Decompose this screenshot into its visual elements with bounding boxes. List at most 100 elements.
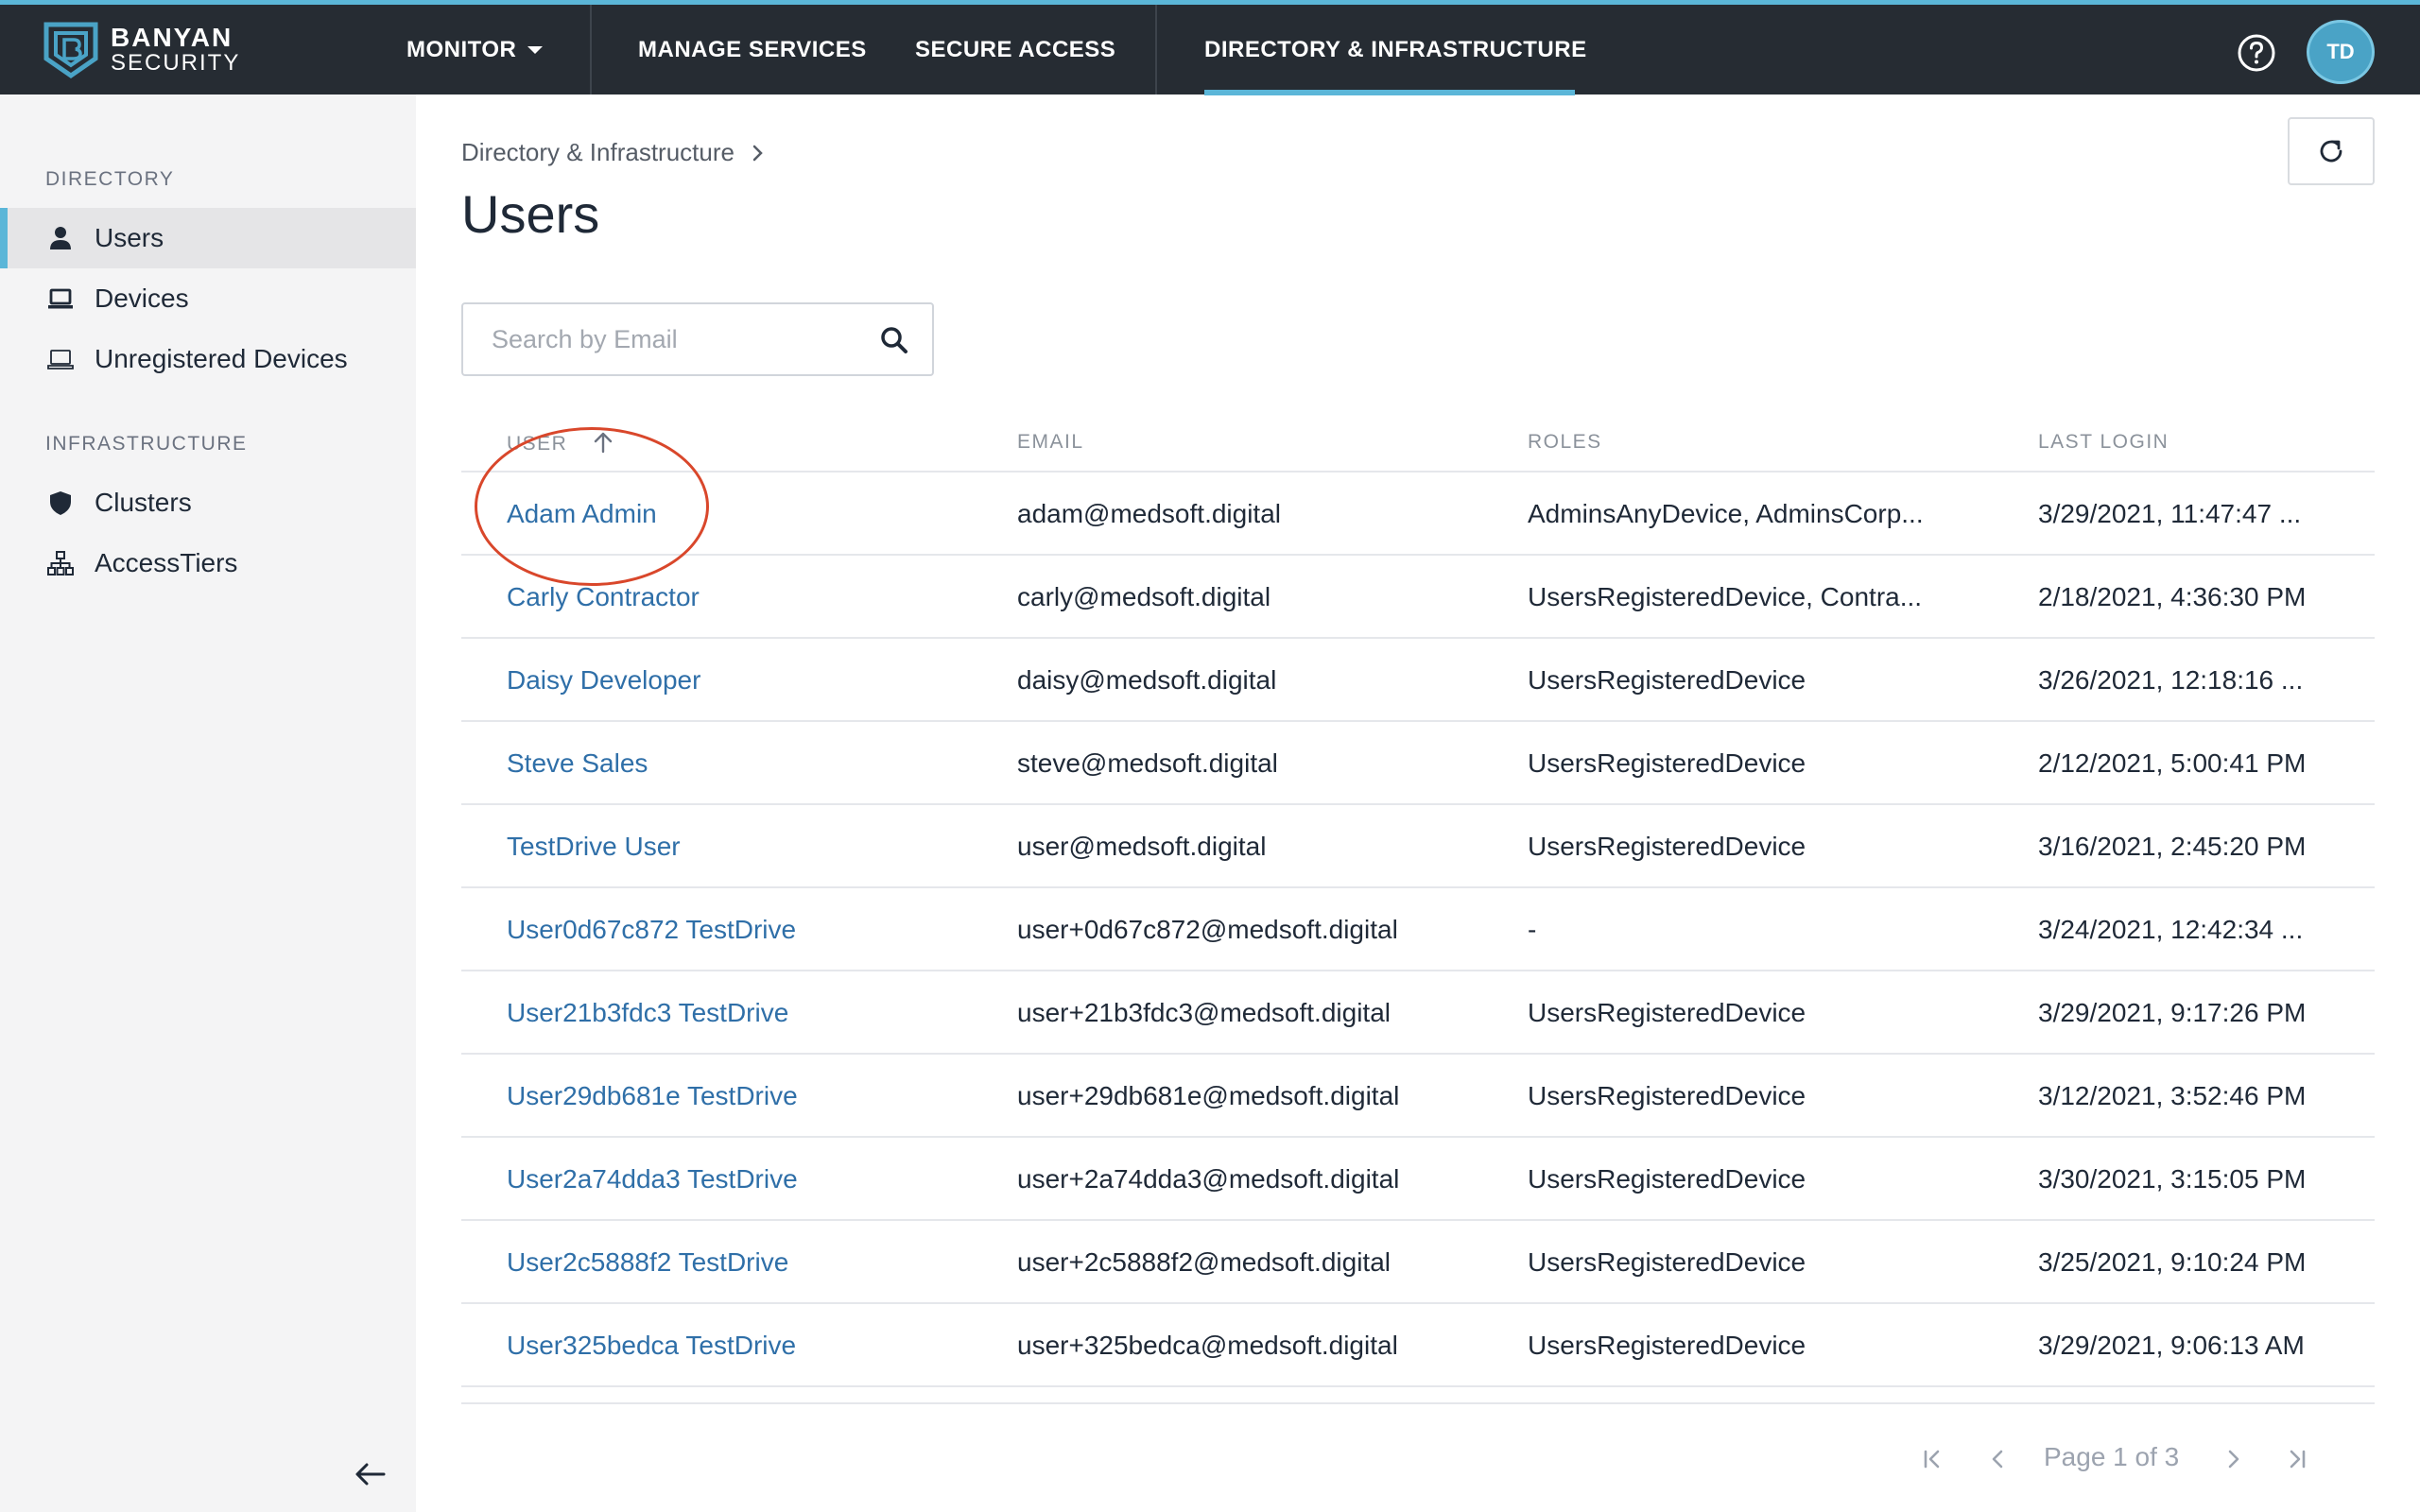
laptop-outline-icon: [47, 350, 74, 369]
user-icon: [50, 227, 71, 249]
nav-manage-services[interactable]: MANAGE SERVICES: [638, 5, 867, 94]
table-cell-email: user@medsoft.digital: [1017, 832, 1267, 861]
sidebar-item-label: AccessTiers: [95, 548, 238, 577]
refresh-icon: [2320, 140, 2342, 163]
sidebar-item-devices[interactable]: Devices: [0, 268, 416, 329]
last-page-icon[interactable]: [2282, 1444, 2312, 1474]
table-cell-last-login: 3/12/2021, 3:52:46 PM: [2038, 1081, 2307, 1110]
table-cell-roles: UsersRegisteredDevice: [1528, 748, 1806, 778]
search-icon[interactable]: [879, 325, 909, 355]
first-page-icon[interactable]: [1917, 1444, 1947, 1474]
brand[interactable]: BANYAN SECURITY: [43, 20, 240, 80]
table-row[interactable]: TestDrive User user@medsoft.digital UsersR…: [461, 805, 2375, 888]
table-row[interactable]: User0d67c872 TestDrive user+0d67c872@meds…: [461, 888, 2375, 971]
sidebar-item-label: Users: [95, 223, 164, 252]
nav-divider: [590, 5, 592, 94]
caret-down-icon: [527, 45, 544, 54]
previous-page-icon[interactable]: [1983, 1444, 2014, 1474]
user-name-link[interactable]: User0d67c872 TestDrive: [507, 888, 796, 971]
user-name-link[interactable]: Adam Admin: [507, 472, 657, 556]
refresh-button[interactable]: [2288, 117, 2375, 185]
table-cell-last-login: 3/16/2021, 2:45:20 PM: [2038, 832, 2307, 861]
table-row[interactable]: User2c5888f2 TestDrive user+2c5888f2@meds…: [461, 1221, 2375, 1304]
search-input[interactable]: [492, 304, 851, 374]
table-cell-roles: UsersRegisteredDevice: [1528, 1081, 1806, 1110]
table-body: Adam Admin adam@medsoft.digital AdminsAnyD…: [461, 472, 2375, 1387]
column-header-last-login[interactable]: LAST LOGIN: [2038, 431, 2169, 454]
sidebar-item-label: Unregistered Devices: [95, 344, 348, 373]
sidebar-item-unregistered-devices[interactable]: Unregistered Devices: [0, 329, 416, 389]
page-title: Users: [461, 184, 600, 244]
table-cell-email: user+0d67c872@medsoft.digital: [1017, 915, 1398, 944]
table-cell-roles: AdminsAnyDevice, AdminsCorp...: [1528, 499, 1924, 528]
collapse-sidebar-arrow-icon[interactable]: [352, 1455, 389, 1493]
table-cell-last-login: 3/29/2021, 9:06:13 AM: [2038, 1331, 2305, 1360]
table-row[interactable]: User2a74dda3 TestDrive user+2a74dda3@meds…: [461, 1138, 2375, 1221]
sort-ascending-arrow-icon[interactable]: [592, 431, 614, 454]
table-row[interactable]: User325bedca TestDrive user+325bedca@meds…: [461, 1304, 2375, 1387]
table-cell-email: carly@medsoft.digital: [1017, 582, 1271, 611]
sidebar-item-label: Clusters: [95, 488, 192, 517]
table-cell-roles: UsersRegisteredDevice, Contra...: [1528, 582, 1923, 611]
table-cell-last-login: 3/24/2021, 12:42:34 ...: [2038, 915, 2304, 944]
table-cell-roles: -: [1528, 915, 1537, 944]
sidebar-item-clusters[interactable]: Clusters: [0, 472, 416, 533]
table-cell-email: steve@medsoft.digital: [1017, 748, 1278, 778]
next-page-icon[interactable]: [2218, 1444, 2248, 1474]
table-cell-email: adam@medsoft.digital: [1017, 499, 1282, 528]
shield-icon: [50, 491, 71, 515]
table-cell-last-login: 3/26/2021, 12:18:16 ...: [2038, 665, 2304, 695]
user-name-link[interactable]: User2c5888f2 TestDrive: [507, 1221, 788, 1304]
table-cell-roles: UsersRegisteredDevice: [1528, 832, 1806, 861]
sidebar-item-accesstiers[interactable]: AccessTiers: [0, 533, 416, 593]
breadcrumb-directory-infrastructure[interactable]: Directory & Infrastructure: [461, 138, 735, 167]
table-cell-last-login: 3/29/2021, 9:17:26 PM: [2038, 998, 2307, 1027]
column-header-user[interactable]: USER: [507, 431, 614, 455]
sidebar-item-users[interactable]: Users: [0, 208, 416, 268]
table-row[interactable]: Steve Sales steve@medsoft.digital UsersReg…: [461, 722, 2375, 805]
table-row[interactable]: Carly Contractor carly@medsoft.digital Use…: [461, 556, 2375, 639]
nav-secure-access[interactable]: SECURE ACCESS: [915, 5, 1115, 94]
table-cell-roles: UsersRegisteredDevice: [1528, 665, 1806, 695]
user-name-link[interactable]: Steve Sales: [507, 722, 648, 805]
table-row[interactable]: User21b3fdc3 TestDrive user+21b3fdc3@meds…: [461, 971, 2375, 1055]
table-row[interactable]: Adam Admin adam@medsoft.digital AdminsAnyD…: [461, 472, 2375, 556]
page-indicator: Page 1 of 3: [2044, 1442, 2180, 1471]
user-name-link[interactable]: TestDrive User: [507, 805, 681, 888]
sidebar-item-label: Devices: [95, 284, 189, 313]
table-cell-roles: UsersRegisteredDevice: [1528, 1164, 1806, 1194]
nav-monitor-label: MONITOR: [406, 36, 517, 62]
sidebar-heading-infrastructure: INFRASTRUCTURE: [45, 433, 248, 455]
chevron-right-icon: [752, 145, 763, 161]
table-row[interactable]: Daisy Developer daisy@medsoft.digital User…: [461, 639, 2375, 722]
table-cell-email: daisy@medsoft.digital: [1017, 665, 1277, 695]
nav-monitor[interactable]: MONITOR: [406, 5, 544, 94]
laptop-icon: [48, 288, 73, 309]
avatar[interactable]: TD: [2307, 20, 2375, 84]
table-cell-last-login: 2/12/2021, 5:00:41 PM: [2038, 748, 2307, 778]
table-cell-email: user+2a74dda3@medsoft.digital: [1017, 1164, 1400, 1194]
table-footer-spacer: [461, 1387, 2375, 1404]
table-cell-last-login: 2/18/2021, 4:36:30 PM: [2038, 582, 2307, 611]
user-name-link[interactable]: User2a74dda3 TestDrive: [507, 1138, 798, 1221]
table-row[interactable]: User29db681e TestDrive user+29db681e@meds…: [461, 1055, 2375, 1138]
table-cell-last-login: 3/29/2021, 11:47:47 ...: [2038, 499, 2302, 528]
column-header-email[interactable]: EMAIL: [1017, 431, 1084, 454]
search-box: [461, 302, 934, 376]
breadcrumb: Directory & Infrastructure: [461, 138, 765, 167]
user-name-link[interactable]: User21b3fdc3 TestDrive: [507, 971, 788, 1055]
top-nav-bar: BANYAN SECURITY MONITOR MANAGE SERVICES …: [0, 0, 2420, 95]
user-name-link[interactable]: Daisy Developer: [507, 639, 700, 722]
user-name-link[interactable]: Carly Contractor: [507, 556, 700, 639]
sitemap-icon: [47, 551, 74, 576]
column-header-label: USER: [507, 433, 568, 455]
user-name-link[interactable]: User29db681e TestDrive: [507, 1055, 798, 1138]
table-cell-email: user+29db681e@medsoft.digital: [1017, 1081, 1400, 1110]
nav-directory-infrastructure[interactable]: DIRECTORY & INFRASTRUCTURE: [1204, 5, 1587, 94]
table-cell-last-login: 3/25/2021, 9:10:24 PM: [2038, 1247, 2307, 1277]
help-icon[interactable]: [2237, 33, 2276, 73]
brand-text: BANYAN SECURITY: [111, 25, 240, 77]
user-name-link[interactable]: User325bedca TestDrive: [507, 1304, 796, 1387]
column-header-roles[interactable]: ROLES: [1528, 431, 1602, 454]
table-cell-email: user+325bedca@medsoft.digital: [1017, 1331, 1398, 1360]
